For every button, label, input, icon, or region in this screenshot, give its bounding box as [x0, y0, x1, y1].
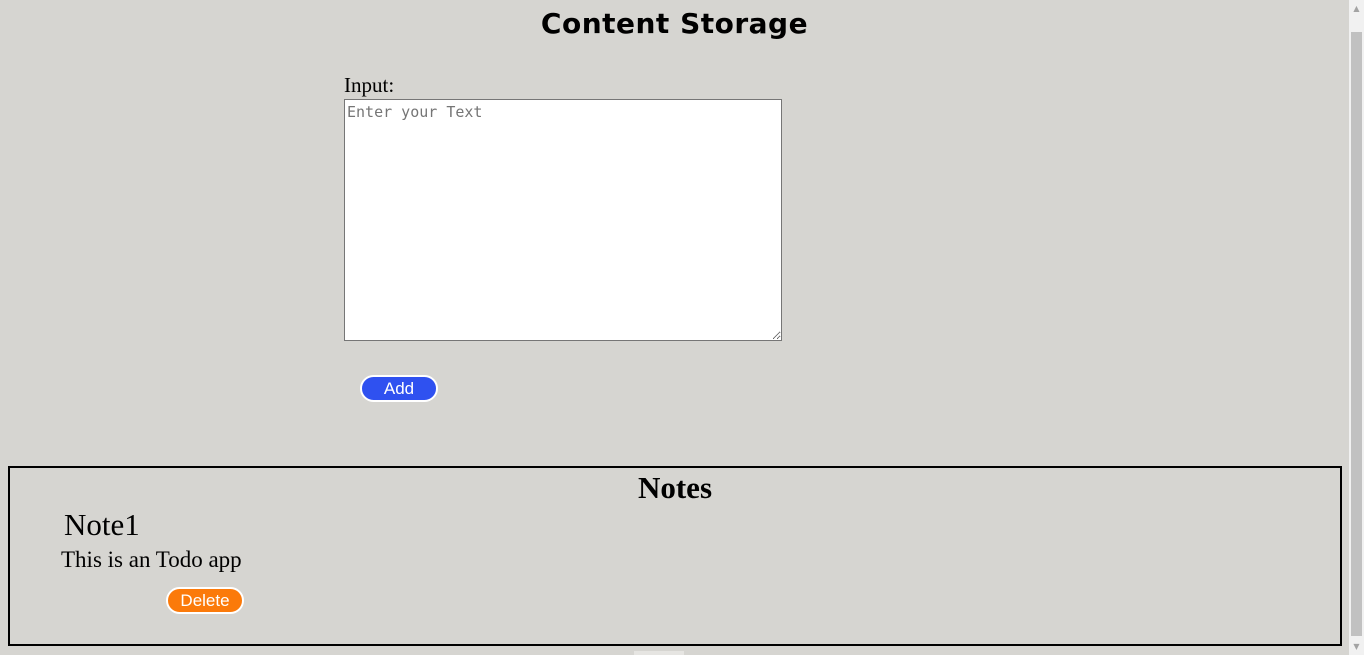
page-title: Content Storage — [540, 7, 809, 40]
chevron-down-icon[interactable]: ▼ — [1349, 638, 1364, 655]
note-title: Note1 — [64, 507, 140, 542]
text-input[interactable] — [344, 99, 782, 341]
scrollbar-thumb[interactable] — [1351, 32, 1362, 636]
input-label: Input: — [344, 73, 395, 97]
delete-button[interactable]: Delete — [166, 587, 244, 614]
note-body: This is an Todo app — [61, 547, 242, 572]
page: Content Storage Input: Add Notes Note1 T… — [0, 0, 1349, 655]
vertical-scrollbar[interactable]: ▲ ▼ — [1349, 0, 1364, 655]
notes-container: Notes Note1 This is an Todo app Delete — [8, 466, 1342, 646]
chevron-up-icon[interactable]: ▲ — [1349, 0, 1364, 17]
notes-heading: Notes — [637, 470, 713, 505]
add-button[interactable]: Add — [360, 375, 438, 402]
page-edge-indicator — [634, 651, 684, 655]
